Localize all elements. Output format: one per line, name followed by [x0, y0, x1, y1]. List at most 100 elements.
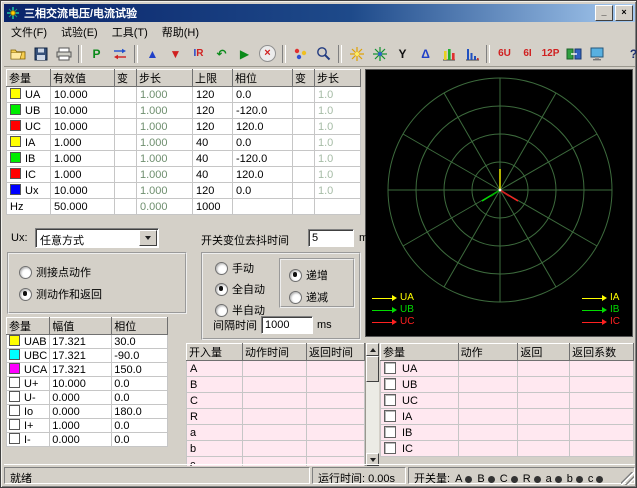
cell-value[interactable]: 1.000 [51, 135, 115, 151]
menu-file[interactable]: 文件(F) [4, 22, 54, 42]
cell-value[interactable]: 10.000 [51, 119, 115, 135]
cell-phase-step[interactable]: 1.0 [315, 151, 361, 167]
cell-limit[interactable]: 1000 [193, 199, 233, 215]
cell-param[interactable]: UA [7, 87, 51, 103]
six-i-button[interactable]: 6I [516, 43, 539, 65]
cell-phase-step[interactable]: 1.0 [315, 183, 361, 199]
scrollbar-thumb[interactable] [366, 356, 379, 382]
wye-button[interactable]: Y [391, 43, 414, 65]
cell-phase[interactable] [233, 199, 293, 215]
cell-param[interactable]: UB [7, 103, 51, 119]
cell-change[interactable] [115, 167, 137, 183]
scroll-up-button[interactable] [366, 343, 379, 356]
decrease-button[interactable]: ▼ [164, 43, 187, 65]
cell-phase[interactable]: -120.0 [233, 103, 293, 119]
cell-param[interactable]: IB [7, 151, 51, 167]
checkbox[interactable] [384, 426, 396, 438]
column-header[interactable]: 幅值 [50, 318, 112, 335]
radio-run-mode-1[interactable]: 全自动 [215, 281, 265, 297]
column-header[interactable]: 返回系数 [570, 344, 634, 361]
column-header[interactable]: 变 [115, 70, 137, 87]
menu-test[interactable]: 试验(E) [54, 22, 105, 42]
cell-value[interactable]: 50.000 [51, 199, 115, 215]
cell-step[interactable]: 1.000 [137, 183, 193, 199]
column-header[interactable]: 返回 [518, 344, 570, 361]
radio-direction-0[interactable]: 递增 [289, 267, 328, 283]
column-header[interactable]: 有效值 [51, 70, 115, 87]
ux-mode-select[interactable]: 任意方式 [35, 228, 159, 248]
column-header[interactable]: 动作 [458, 344, 518, 361]
device-panel-button[interactable] [585, 43, 608, 65]
twelve-p-button[interactable]: 12P [539, 43, 562, 65]
delta-button[interactable]: Δ [414, 43, 437, 65]
title-bar[interactable]: 三相交流电压/电流试验 _ × [4, 4, 635, 22]
column-header[interactable]: 参量 [7, 70, 51, 87]
zoom-button[interactable] [312, 43, 335, 65]
cell-step[interactable]: 1.000 [137, 87, 193, 103]
interval-input[interactable]: 1000 [261, 316, 313, 334]
cell-param[interactable]: UC [7, 119, 51, 135]
cell-change[interactable] [115, 119, 137, 135]
fault-calc-button[interactable] [289, 43, 312, 65]
phase-bars-button[interactable] [437, 43, 460, 65]
ir-button[interactable]: IR [187, 43, 210, 65]
checkbox[interactable] [384, 394, 396, 406]
stop-button[interactable]: × [256, 43, 279, 65]
radio-direction-1[interactable]: 递减 [289, 289, 328, 305]
cell-step[interactable]: 0.000 [137, 199, 193, 215]
column-header[interactable]: 开入量 [187, 344, 243, 361]
reset-button[interactable]: ↶ [210, 43, 233, 65]
cell-change[interactable] [115, 183, 137, 199]
radio-test-mode-1[interactable]: 测动作和返回 [19, 286, 102, 302]
increase-button[interactable]: ▲ [141, 43, 164, 65]
column-header[interactable]: 返回时间 [307, 344, 365, 361]
cell-param[interactable]: IA [7, 135, 51, 151]
cell-param[interactable]: IC [7, 167, 51, 183]
cell-phase[interactable]: 120.0 [233, 167, 293, 183]
cell-change[interactable] [293, 151, 315, 167]
checkbox[interactable] [384, 410, 396, 422]
cell-step[interactable]: 1.000 [137, 135, 193, 151]
minimize-button[interactable]: _ [595, 5, 613, 21]
cell-change[interactable] [115, 135, 137, 151]
cell-step[interactable]: 1.000 [137, 119, 193, 135]
vector-diagram-button[interactable] [345, 43, 368, 65]
cell-phase-step[interactable]: 1.0 [315, 167, 361, 183]
debounce-input[interactable]: 5 [308, 229, 354, 247]
switch-table-scrollbar[interactable] [365, 343, 379, 466]
print-button[interactable] [52, 43, 75, 65]
help-button[interactable]: ? [622, 43, 637, 65]
column-header[interactable]: 步长 [315, 70, 361, 87]
six-u-button[interactable]: 6U [493, 43, 516, 65]
column-header[interactable]: 上限 [193, 70, 233, 87]
cell-change[interactable] [293, 119, 315, 135]
cell-limit[interactable]: 40 [193, 151, 233, 167]
cell-phase[interactable]: 0.0 [233, 135, 293, 151]
cell-phase-step[interactable]: 1.0 [315, 87, 361, 103]
cell-limit[interactable]: 120 [193, 183, 233, 199]
cell-change[interactable] [293, 167, 315, 183]
cell-change[interactable] [115, 151, 137, 167]
cell-phase[interactable]: 0.0 [233, 183, 293, 199]
cell-param[interactable]: Ux [7, 183, 51, 199]
cell-limit[interactable]: 40 [193, 135, 233, 151]
radio-run-mode-0[interactable]: 手动 [215, 260, 265, 276]
column-header[interactable]: 相位 [112, 318, 168, 335]
cell-value[interactable]: 10.000 [51, 183, 115, 199]
waveform-button[interactable] [368, 43, 391, 65]
checkbox[interactable] [384, 378, 396, 390]
cell-change[interactable] [293, 87, 315, 103]
column-header[interactable]: 参量 [7, 318, 50, 335]
cell-limit[interactable]: 40 [193, 167, 233, 183]
cell-step[interactable]: 1.000 [137, 167, 193, 183]
cell-change[interactable] [293, 199, 315, 215]
close-button[interactable]: × [615, 5, 633, 21]
start-button[interactable]: ▶ [233, 43, 256, 65]
cell-change[interactable] [115, 199, 137, 215]
cell-phase-step[interactable]: 1.0 [315, 135, 361, 151]
cell-phase-step[interactable]: 1.0 [315, 103, 361, 119]
cell-phase[interactable]: -120.0 [233, 151, 293, 167]
resize-grip[interactable] [621, 472, 634, 485]
cell-limit[interactable]: 120 [193, 119, 233, 135]
menu-tools[interactable]: 工具(T) [105, 22, 155, 42]
